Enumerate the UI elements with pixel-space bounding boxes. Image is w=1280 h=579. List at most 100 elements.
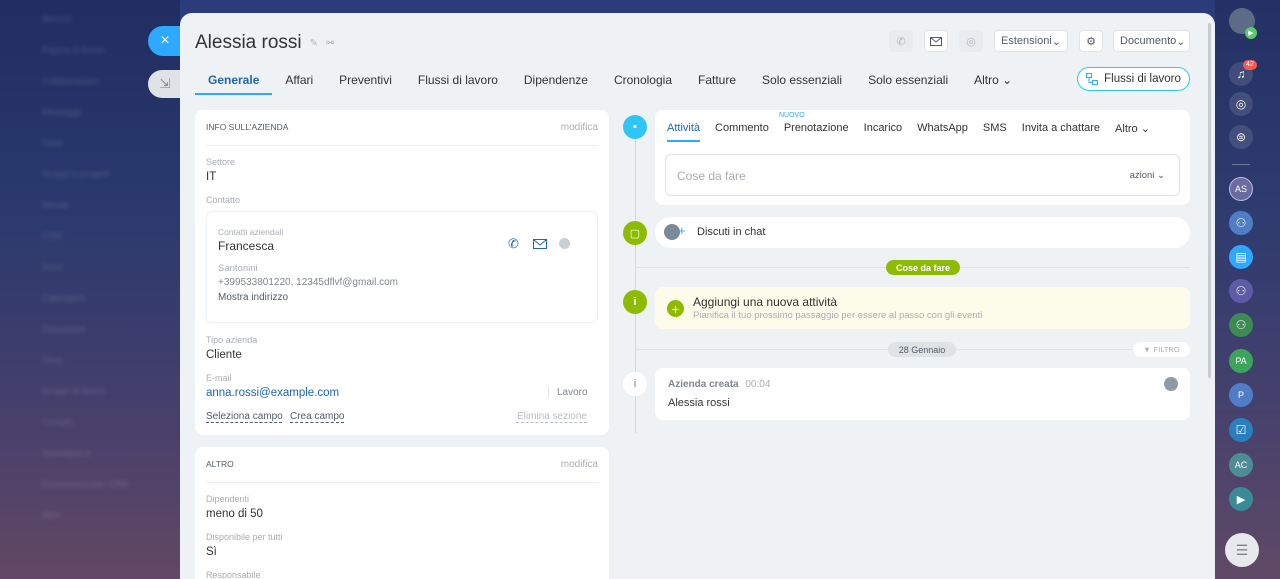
background-menu-item: Calendario (42, 293, 86, 303)
activity-tab-incarico[interactable]: Incarico (864, 119, 903, 142)
field-label: Responsabile (206, 570, 261, 579)
edit-link[interactable]: modifica (561, 122, 598, 133)
background-menu-item: CRM (42, 231, 63, 241)
tab-bar: Generale Affari Preventivi Flussi di lavoro… (195, 71, 1025, 95)
field-label: Tipo azienda (206, 335, 258, 345)
todo-input[interactable]: Cose da fare azioni ⌄ (665, 154, 1180, 196)
background-menu-item: Bitrix24 (42, 14, 73, 24)
workflow-icon (1086, 73, 1099, 85)
background-menu-item: Gruppi e progetti (42, 169, 110, 179)
new-activity-card[interactable]: + Aggiungi una nuova attività Pianifica … (655, 287, 1190, 329)
tab-cronologia[interactable]: Cronologia (601, 71, 685, 95)
chevron-down-icon: ⌄ (1157, 170, 1165, 181)
delete-section-link[interactable]: Elimina sezione (517, 411, 587, 422)
mail-button[interactable] (924, 30, 948, 52)
phone-icon[interactable]: ✆ (508, 236, 519, 252)
settings-button[interactable]: ⚙ (1079, 30, 1103, 52)
field-label: Dipendenti (206, 494, 250, 504)
activity-tab-invita-a-chattare[interactable]: Invita a chattare (1022, 119, 1100, 142)
link-icon[interactable]: ⚯ (326, 38, 334, 49)
avatar-pa[interactable]: PA (1229, 349, 1253, 373)
event-time: 00:04 (745, 379, 771, 390)
chat-button[interactable]: ◎ (959, 30, 983, 52)
email-link[interactable]: anna.rossi@example.com (206, 387, 339, 399)
message-icon[interactable]: ▤ (1229, 245, 1253, 269)
scrollbar[interactable] (1208, 23, 1211, 378)
flussi-di-lavoro-button[interactable]: Flussi di lavoro (1077, 67, 1190, 91)
avatar-initials: AS (1234, 184, 1247, 194)
activity-tab-commento[interactable]: Commento (715, 119, 769, 142)
pencil-icon[interactable]: ✎ (310, 38, 318, 49)
show-address-link[interactable]: Mostra indirizzo (218, 292, 288, 303)
tab-altro[interactable]: Altro ⌄ (961, 71, 1025, 95)
avatar-as[interactable]: AS (1229, 177, 1253, 201)
estensioni-label: Estensioni (1001, 35, 1052, 47)
filter-label: FILTRO (1153, 345, 1180, 354)
background-menu-item: Ecommerce per CRM (42, 479, 129, 489)
section-title: ALTRO (206, 459, 234, 469)
tab-solo-essenziali[interactable]: Solo essenziali (855, 71, 961, 95)
close-icon: × (160, 32, 170, 49)
actions-dropdown[interactable]: azioni ⌄ (1130, 170, 1165, 181)
minimize-panel-button[interactable]: ⇲ (148, 70, 182, 98)
tab-fatture[interactable]: Fatture (685, 71, 749, 95)
page-title: Alessia rossi ✎ ⚯ (195, 32, 334, 54)
activity-tab-attività[interactable]: Attività (667, 119, 701, 142)
select-field-link[interactable]: Seleziona campo (206, 411, 283, 422)
background-menu-item: Drive (42, 262, 64, 272)
activity-tab-sms[interactable]: SMS (983, 119, 1007, 142)
background-menu-item: Marketplace (42, 448, 92, 458)
todo-placeholder: Cose da fare (677, 169, 746, 183)
tab-flussi-di-lavoro[interactable]: Flussi di lavoro (405, 71, 511, 95)
field-value: Cliente (206, 349, 242, 361)
date-badge: 28 Gennaio (888, 342, 956, 357)
create-field-link[interactable]: Crea campo (290, 411, 344, 422)
background-menu-item: Collaborazioni (42, 76, 100, 86)
tab-affari[interactable]: Affari (272, 71, 326, 95)
search-chat-icon[interactable]: ⊜ (1229, 125, 1253, 149)
target-icon[interactable]: ◎ (1229, 92, 1253, 116)
background-menu-item: Contatti (42, 417, 74, 427)
divider (1232, 164, 1250, 165)
add-icon: + (667, 300, 684, 317)
activity-tab-prenotazione[interactable]: Prenotazione (784, 119, 849, 142)
group-chat-icon[interactable]: ⚇ (1229, 279, 1253, 303)
avatar (1164, 377, 1178, 391)
tab-solo-essenziali[interactable]: Solo essenziali (749, 71, 855, 95)
menu-button[interactable]: ☰ (1225, 533, 1259, 567)
call-button[interactable]: ✆ (889, 30, 913, 52)
documento-dropdown[interactable]: Documento ⌄ (1113, 30, 1190, 52)
avatar-p[interactable]: P (1229, 383, 1253, 407)
tab-preventivi[interactable]: Preventivi (326, 71, 405, 95)
left-column: INFO SULL'AZIENDA modifica Settore IT Co… (195, 110, 609, 579)
field-value: meno di 50 (206, 508, 263, 520)
contact-name[interactable]: Francesca (218, 239, 274, 253)
section-title: INFO SULL'AZIENDA (206, 122, 289, 132)
discuss-in-chat-bar[interactable]: + Discuti in chat (655, 217, 1190, 248)
tab-generale[interactable]: Generale (195, 71, 273, 95)
close-panel-button[interactable]: × (148, 26, 182, 56)
group-chat-icon[interactable]: ⚇ (1229, 313, 1253, 337)
event-name[interactable]: Alessia rossi (668, 397, 730, 409)
info-icon: i (623, 290, 647, 314)
mail-icon[interactable] (533, 239, 547, 249)
task-icon[interactable]: ☑ (1229, 418, 1253, 442)
activity-tab-whatsapp[interactable]: WhatsApp (917, 119, 968, 142)
video-icon[interactable]: ▶ (1229, 487, 1253, 511)
edit-link[interactable]: modifica (561, 459, 598, 470)
notification-count-badge: 42 (1243, 60, 1257, 70)
gear-icon: ⚙ (1086, 35, 1096, 48)
mail-icon (930, 36, 942, 46)
background-menu-item: Gruppi di lavoro (42, 386, 106, 396)
tab-dipendenze[interactable]: Dipendenze (511, 71, 601, 95)
event-header: Azienda creata 00:04 (668, 379, 770, 390)
activity-tab-altro[interactable]: Altro ⌄ (1115, 119, 1150, 142)
other-section: ALTRO modifica Dipendenti meno di 50 Dis… (195, 447, 609, 579)
estensioni-dropdown[interactable]: Estensioni ⌄ (994, 30, 1068, 52)
chat-icon[interactable] (559, 238, 570, 249)
chevron-down-icon: ⌄ (1051, 35, 1061, 48)
field-value: Sì (206, 546, 217, 558)
avatar-ac[interactable]: AC (1229, 453, 1253, 477)
filter-button[interactable]: ▼ FILTRO (1133, 342, 1190, 357)
group-chat-icon[interactable]: ⚇ (1229, 211, 1253, 235)
